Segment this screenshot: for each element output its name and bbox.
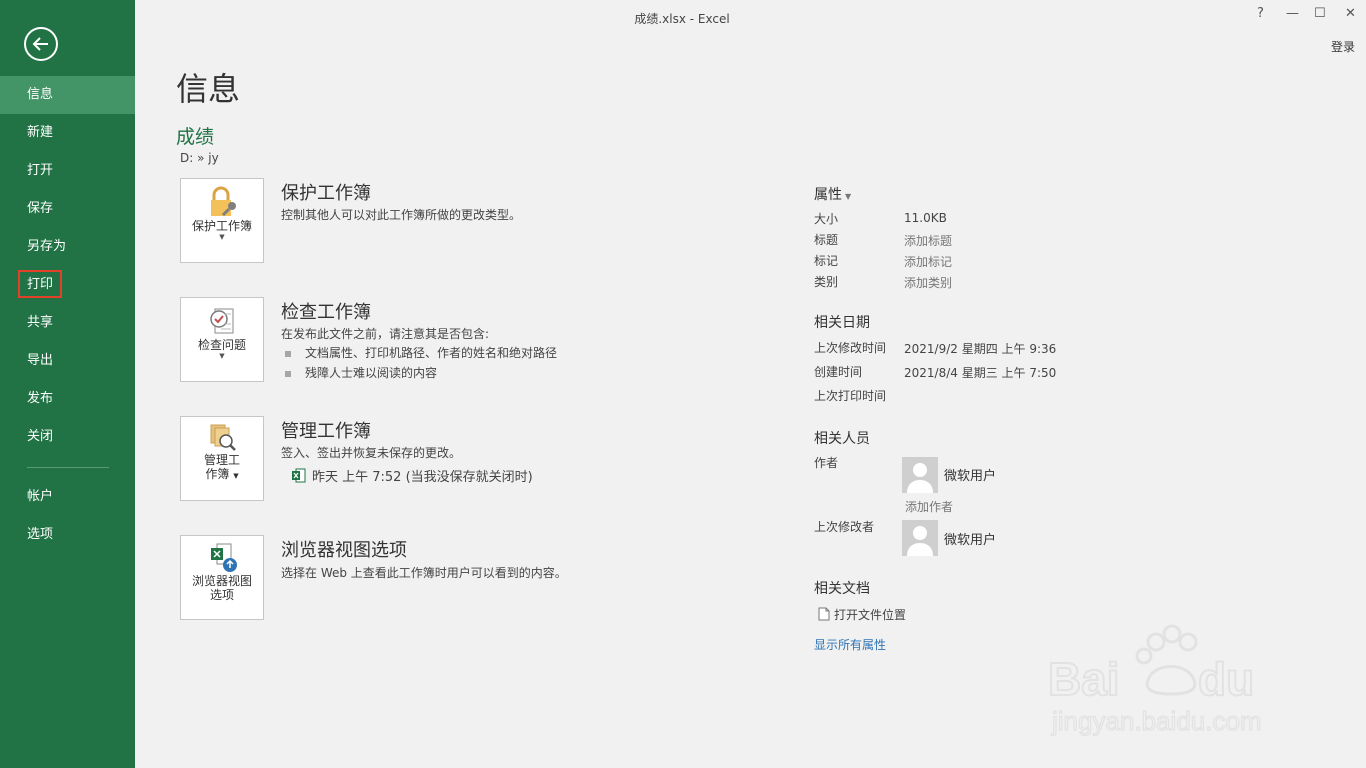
login-link[interactable]: 登录 — [1331, 38, 1355, 55]
nav-publish[interactable]: 发布 — [0, 380, 135, 418]
prop-title-input[interactable]: 添加标题 — [904, 232, 952, 249]
inspect-title: 检查工作簿 — [281, 302, 371, 323]
document-path[interactable]: D: » jy — [180, 151, 219, 165]
created-value: 2021/8/4 星期三 上午 7:50 — [904, 366, 1057, 380]
inspect-document-icon — [210, 308, 234, 334]
related-people-title: 相关人员 — [814, 431, 870, 447]
back-arrow-icon[interactable] — [24, 27, 58, 61]
excel-web-icon — [211, 543, 237, 572]
svg-text:jingyan.baidu.com: jingyan.baidu.com — [1051, 706, 1262, 736]
backstage-sidebar: 信息 新建 打开 保存 另存为 打印 共享 导出 发布 关闭 帐户 选项 — [0, 0, 135, 768]
page-title: 信息 — [176, 70, 241, 108]
prop-tags-label: 标记 — [814, 254, 839, 268]
prop-title-label: 标题 — [814, 233, 839, 247]
excel-file-icon — [292, 468, 306, 483]
nav-new[interactable]: 新建 — [0, 114, 135, 152]
prop-category-input[interactable]: 添加类别 — [904, 274, 952, 291]
modifier-avatar — [902, 520, 938, 556]
nav-save[interactable]: 保存 — [0, 190, 135, 228]
chevron-down-icon: ▼ — [845, 192, 852, 201]
manage-desc: 签入、签出并恢复未保存的更改。 — [281, 446, 462, 460]
version-text: 昨天 上午 7:52 (当我没保存就关闭时) — [312, 470, 533, 485]
nav-close[interactable]: 关闭 — [0, 418, 135, 456]
protect-workbook-button[interactable]: 保护工作簿 ▼ — [180, 178, 264, 263]
tile-label: 保护工作簿 — [191, 219, 252, 233]
nav-divider — [27, 467, 109, 468]
properties-dropdown[interactable]: 属性 ▼ — [814, 184, 851, 204]
tile-label-2: 选项 — [209, 588, 234, 602]
author-avatar — [902, 457, 938, 493]
tile-label-1: 管理工 — [203, 453, 240, 467]
prop-size-label: 大小 — [814, 212, 839, 226]
manage-title: 管理工作簿 — [281, 421, 371, 442]
related-docs-title: 相关文档 — [814, 581, 870, 597]
tile-label-1: 浏览器视图 — [191, 574, 252, 588]
created-label: 创建时间 — [814, 365, 863, 379]
check-issues-button[interactable]: 检查问题 ▼ — [180, 297, 264, 382]
minimize-button[interactable]: — — [1286, 6, 1299, 21]
browser-desc: 选择在 Web 上查看此工作簿时用户可以看到的内容。 — [281, 566, 567, 580]
document-name: 成绩 — [176, 126, 215, 148]
nav-options[interactable]: 选项 — [0, 516, 135, 554]
svg-text:du: du — [1198, 653, 1254, 705]
title-bar: 成绩.xlsx - Excel ? — ☐ ✕ — [135, 0, 1366, 36]
nav-account[interactable]: 帐户 — [0, 478, 135, 516]
prop-tags-input[interactable]: 添加标记 — [904, 253, 952, 270]
lock-key-icon — [211, 186, 236, 217]
manage-workbook-button[interactable]: 管理工 作簿 ▼ — [180, 416, 264, 501]
help-button[interactable]: ? — [1257, 6, 1264, 21]
window-title: 成绩.xlsx - Excel — [634, 12, 730, 26]
modifier-name[interactable]: 微软用户 — [944, 529, 996, 548]
related-dates-title: 相关日期 — [814, 315, 870, 331]
inspect-desc: 在发布此文件之前，请注意其是否包含: — [281, 327, 490, 341]
prop-category-label: 类别 — [814, 275, 839, 289]
browser-title: 浏览器视图选项 — [281, 540, 407, 561]
autosave-version-item[interactable]: 昨天 上午 7:52 (当我没保存就关闭时) — [292, 466, 533, 485]
close-button[interactable]: ✕ — [1345, 6, 1356, 21]
author-name[interactable]: 微软用户 — [944, 465, 996, 484]
print-highlight-box — [18, 270, 62, 298]
nav-export[interactable]: 导出 — [0, 342, 135, 380]
browser-view-options-button[interactable]: 浏览器视图 选项 — [180, 535, 264, 620]
protect-title: 保护工作簿 — [281, 183, 371, 204]
nav-info[interactable]: 信息 — [0, 76, 135, 114]
add-author-input[interactable]: 添加作者 — [905, 498, 953, 515]
nav-share[interactable]: 共享 — [0, 304, 135, 342]
tile-label: 检查问题 — [197, 338, 246, 352]
prop-size-value: 11.0KB — [904, 211, 947, 225]
open-file-location-link[interactable]: 打开文件位置 — [818, 606, 906, 623]
svg-text:Bai: Bai — [1048, 653, 1120, 705]
nav-open[interactable]: 打开 — [0, 152, 135, 190]
last-modified-value: 2021/9/2 星期四 上午 9:36 — [904, 342, 1057, 356]
document-icon — [818, 607, 830, 621]
dropdown-arrow-icon: ▼ — [219, 352, 225, 360]
nav-save-as[interactable]: 另存为 — [0, 228, 135, 266]
last-modified-label: 上次修改时间 — [814, 341, 887, 355]
dropdown-arrow-icon: ▼ — [219, 233, 225, 241]
author-label: 作者 — [814, 456, 839, 470]
inspect-bullet-1: 文档属性、打印机路径、作者的姓名和绝对路径 — [285, 344, 557, 361]
last-printed-label: 上次打印时间 — [814, 389, 887, 403]
show-all-properties-link[interactable]: 显示所有属性 — [814, 636, 886, 653]
baidu-watermark-logo: Bai du jingyan.baidu.com — [1048, 624, 1262, 737]
maximize-button[interactable]: ☐ — [1314, 6, 1326, 21]
protect-desc: 控制其他人可以对此工作簿所做的更改类型。 — [281, 208, 522, 222]
manage-versions-icon — [210, 424, 236, 451]
tile-label-2: 作簿 ▼ — [205, 467, 239, 481]
last-modified-by-label: 上次修改者 — [814, 520, 875, 534]
inspect-bullet-2: 残障人士难以阅读的内容 — [285, 364, 437, 381]
